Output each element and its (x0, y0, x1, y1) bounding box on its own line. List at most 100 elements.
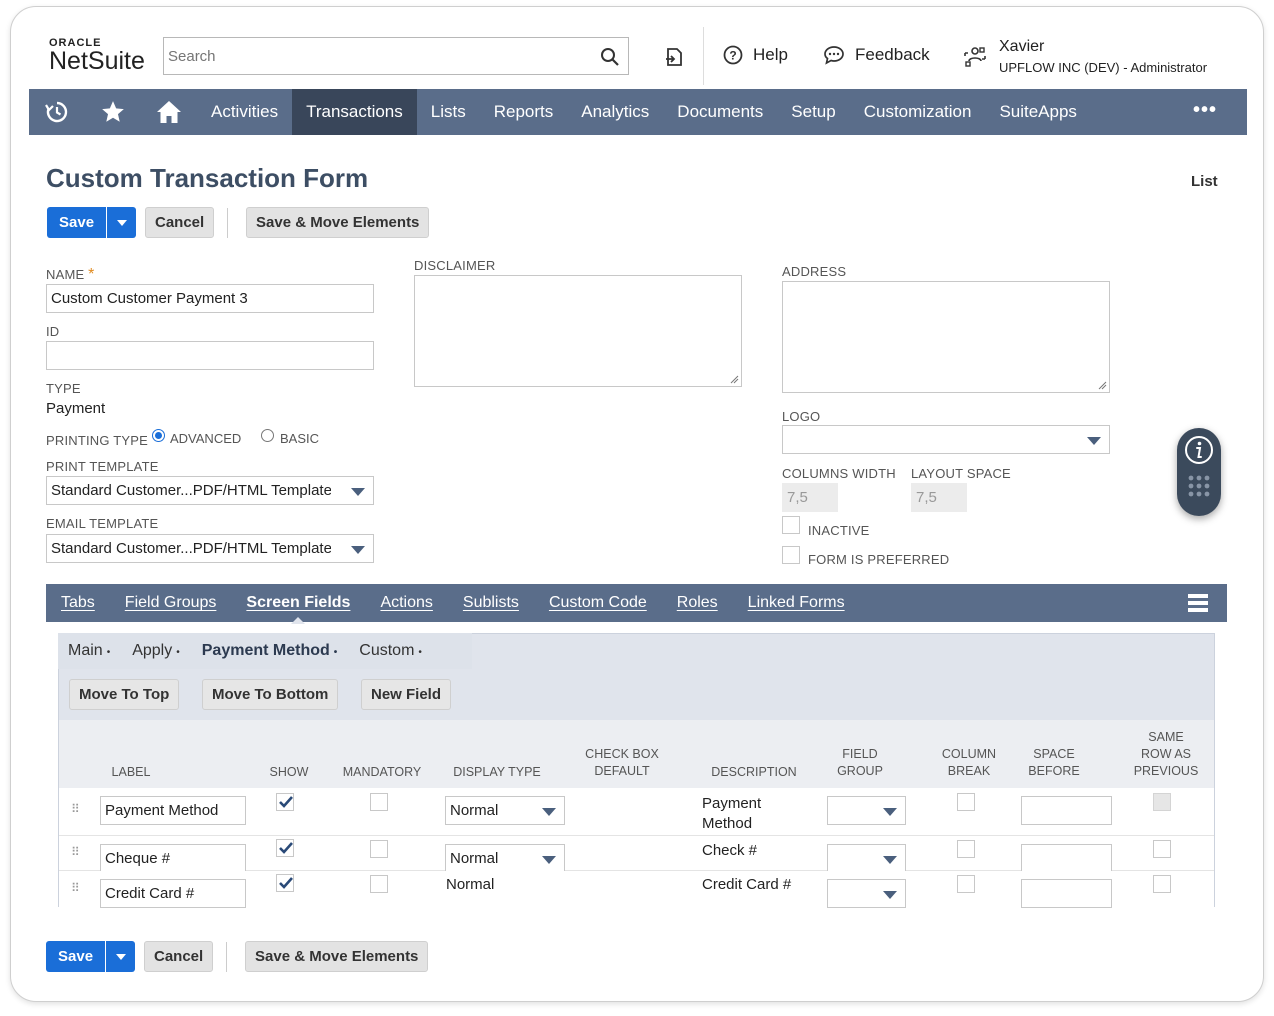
recent-records-icon[interactable] (663, 46, 685, 73)
row-label-input[interactable]: Cheque # (100, 844, 246, 873)
row-display-type-select[interactable]: Normal (445, 796, 565, 825)
subtab-field-groups[interactable]: Field Groups (110, 594, 232, 612)
nav-suiteapps[interactable]: SuiteApps (985, 89, 1091, 135)
row-show-checkbox[interactable] (276, 874, 294, 892)
disclaimer-label: DISCLAIMER (414, 258, 496, 273)
row-same-row-checkbox[interactable] (1153, 875, 1171, 893)
save-move-elements-button[interactable]: Save & Move Elements (246, 207, 430, 238)
row-label-input[interactable]: Payment Method (100, 796, 246, 825)
inactive-checkbox[interactable] (782, 516, 800, 534)
printing-basic-label[interactable]: BASIC (280, 431, 319, 446)
resize-grip-icon[interactable] (729, 374, 739, 384)
id-input[interactable] (46, 341, 374, 370)
nav-lists[interactable]: Lists (417, 89, 480, 135)
move-to-top-button[interactable]: Move To Top (69, 679, 180, 710)
screen-fields-table: LABEL SHOW MANDATORY DISPLAY TYPE CHECK … (59, 720, 1214, 908)
print-template-select[interactable]: Standard Customer...PDF/HTML Template (46, 476, 374, 505)
row-column-break-checkbox[interactable] (957, 793, 975, 811)
row-mandatory-checkbox[interactable] (370, 840, 388, 858)
save-button[interactable]: Save (47, 207, 137, 238)
search-icon[interactable] (600, 47, 620, 72)
save-dropdown-icon[interactable] (106, 207, 136, 238)
subtab-sublists[interactable]: Sublists (448, 594, 534, 612)
list-link[interactable]: List (1191, 173, 1218, 190)
printing-advanced-radio[interactable] (152, 429, 165, 442)
col-checkbox-default: CHECK BOX DEFAULT (577, 746, 667, 780)
save-button-bottom[interactable]: Save (46, 941, 136, 972)
drag-handle-icon[interactable]: ⠿ (71, 846, 80, 858)
drag-handle-icon[interactable]: ⠿ (71, 803, 80, 815)
user-role[interactable]: UPFLOW INC (DEV) - Administrator (999, 60, 1207, 75)
subtab-screen-fields[interactable]: Screen Fields (231, 594, 365, 624)
netsuite-logo[interactable]: ORACLE NetSuite (49, 37, 145, 74)
row-description: Payment Method (702, 794, 761, 834)
collapse-menu-icon[interactable] (1187, 593, 1209, 618)
save-dropdown-icon[interactable] (105, 941, 135, 972)
row-label-input[interactable]: Credit Card # (100, 879, 246, 908)
save-move-elements-button-bottom[interactable]: Save & Move Elements (245, 941, 429, 972)
global-search[interactable] (163, 37, 629, 75)
info-widget[interactable] (1177, 428, 1221, 516)
feedback-link[interactable]: Feedback (823, 45, 930, 65)
nav-documents[interactable]: Documents (663, 89, 777, 135)
inner-tab-main[interactable]: Main • (68, 642, 110, 660)
row-field-group-select[interactable] (827, 879, 906, 908)
search-input[interactable] (164, 38, 584, 74)
row-space-before-input[interactable] (1021, 796, 1112, 825)
nav-customization[interactable]: Customization (850, 89, 986, 135)
row-display-type-select[interactable]: Normal (445, 844, 565, 873)
cancel-button[interactable]: Cancel (145, 207, 215, 238)
row-space-before-input[interactable] (1021, 844, 1112, 873)
printing-advanced-label[interactable]: ADVANCED (170, 431, 241, 446)
feedback-icon (824, 46, 844, 65)
row-field-group-select[interactable] (827, 796, 906, 825)
move-to-bottom-button[interactable]: Move To Bottom (202, 679, 339, 710)
inner-tab-custom-label: Custom (359, 642, 415, 659)
email-template-select[interactable]: Standard Customer...PDF/HTML Template (46, 534, 374, 563)
row-same-row-checkbox[interactable] (1153, 840, 1171, 858)
row-show-checkbox[interactable] (276, 793, 294, 811)
role-switch-icon[interactable] (963, 45, 987, 72)
row-field-group-select[interactable] (827, 844, 906, 873)
nav-setup[interactable]: Setup (777, 89, 849, 135)
nav-reports[interactable]: Reports (480, 89, 568, 135)
row-description-line2: Method (702, 815, 753, 832)
subtab-roles[interactable]: Roles (662, 594, 733, 612)
row-mandatory-checkbox[interactable] (370, 875, 388, 893)
row-mandatory-checkbox[interactable] (370, 793, 388, 811)
subtab-tabs[interactable]: Tabs (46, 594, 110, 612)
inner-tab-custom[interactable]: Custom • (359, 642, 422, 660)
nav-analytics[interactable]: Analytics (567, 89, 663, 135)
columns-width-label: COLUMNS WIDTH (782, 466, 896, 481)
row-column-break-checkbox[interactable] (957, 840, 975, 858)
drag-handle-icon[interactable]: ⠿ (71, 882, 80, 894)
recent-history-icon[interactable] (29, 89, 85, 135)
required-marker: * (88, 266, 95, 283)
resize-grip-icon[interactable] (1097, 380, 1107, 390)
subtab-custom-code[interactable]: Custom Code (534, 594, 662, 612)
address-textarea[interactable] (782, 281, 1110, 393)
favorites-star-icon[interactable] (85, 89, 141, 135)
row-show-checkbox[interactable] (276, 839, 294, 857)
name-input[interactable]: Custom Customer Payment 3 (46, 284, 374, 313)
nav-activities[interactable]: Activities (197, 89, 292, 135)
cancel-button-bottom[interactable]: Cancel (144, 941, 214, 972)
help-link[interactable]: ? Help (723, 45, 788, 65)
printing-basic-radio[interactable] (261, 429, 274, 442)
nav-more-icon[interactable]: ••• (1193, 99, 1217, 122)
row-column-break-checkbox[interactable] (957, 875, 975, 893)
subtab-linked-forms[interactable]: Linked Forms (733, 594, 860, 612)
new-field-button[interactable]: New Field (361, 679, 452, 710)
row-space-before-input[interactable] (1021, 879, 1112, 908)
inner-tab-payment-method[interactable]: Payment Method • (202, 642, 338, 660)
disclaimer-textarea[interactable] (414, 275, 742, 387)
user-name[interactable]: Xavier (999, 38, 1044, 56)
home-icon[interactable] (141, 89, 197, 135)
nav-transactions[interactable]: Transactions (292, 89, 417, 135)
chevron-down-icon (351, 546, 365, 554)
form-preferred-checkbox[interactable] (782, 546, 800, 564)
address-label: ADDRESS (782, 264, 847, 279)
logo-select[interactable] (782, 425, 1110, 454)
subtab-actions[interactable]: Actions (365, 594, 447, 612)
inner-tab-apply[interactable]: Apply • (132, 642, 180, 660)
